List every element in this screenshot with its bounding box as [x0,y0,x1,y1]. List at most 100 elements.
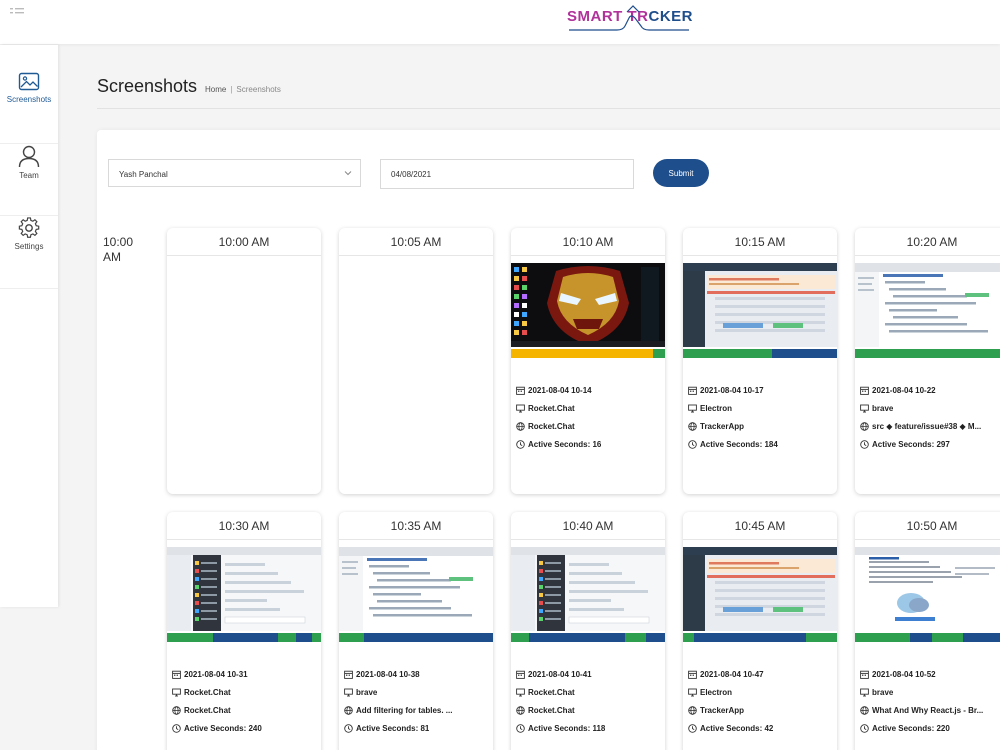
active-seconds: Active Seconds: 16 [528,439,602,449]
window-title-row: TrackerApp [688,701,834,719]
active-seconds-row: Active Seconds: 81 [344,719,490,737]
monitor-icon [860,688,869,696]
globe-icon [688,705,697,715]
screenshot-card[interactable]: 10:20 AM 2021-08-04 10-22 brave src ◆ fe… [855,228,1000,494]
screenshot-thumbnail-image [339,547,493,631]
activity-bar [683,633,837,642]
activity-segment [962,633,1000,642]
user-icon [18,145,40,168]
activity-segment [624,633,647,642]
screenshot-thumbnail[interactable] [683,263,837,347]
activity-segment [529,633,625,642]
window-title-row: Rocket.Chat [516,701,662,719]
active-seconds: Active Seconds: 240 [184,723,262,733]
calendar-icon [860,670,869,679]
user-select[interactable]: Yash Panchal [108,159,361,187]
card-time-label: 10:20 AM [855,228,1000,256]
sidebar-item-settings[interactable]: Settings [0,217,58,289]
screenshot-thumbnail[interactable] [511,263,665,347]
capture-date: 2021-08-04 10-22 [872,385,936,395]
date-input[interactable] [380,159,634,189]
card-time-label: 10:15 AM [683,228,837,256]
submit-button[interactable]: Submit [653,159,709,187]
screenshot-card[interactable]: 10:15 AM 2021-08-04 10-17 Electron Track… [683,228,837,494]
window-title: What And Why React.js - Br... [872,705,984,715]
screenshot-card[interactable]: 10:45 AM 2021-08-04 10-47 Electron Track… [683,512,837,750]
activity-segment [683,633,694,642]
activity-bar [855,633,1000,642]
activity-segment [511,633,530,642]
clock-icon [860,723,869,733]
sidebar-item-team[interactable]: Team [0,144,58,216]
card-meta: 2021-08-04 10-41 Rocket.Chat Rocket.Chat… [516,665,662,737]
app-name: Rocket.Chat [184,687,231,697]
screenshot-card[interactable]: 10:00 AM [167,228,321,494]
capture-date: 2021-08-04 10-31 [184,669,248,679]
app-name: Rocket.Chat [528,403,575,413]
activity-segment [806,633,837,642]
activity-segment [646,633,665,642]
screenshot-card[interactable]: 10:05 AM [339,228,493,494]
capture-date-row: 2021-08-04 10-17 [688,381,834,399]
page-title: Screenshots [97,76,198,96]
screenshot-card[interactable]: 10:30 AM 2021-08-04 10-31 Rocket.Chat Ro… [167,512,321,750]
app-logo[interactable]: SMART TRCKER [567,4,693,34]
screenshot-card[interactable]: 10:10 AM 2021-08-04 10-14 Rocket.Chat Ro… [511,228,665,494]
top-bar: SMART TRCKER [0,0,1000,44]
screenshot-thumbnail-image [855,263,1000,347]
active-seconds: Active Seconds: 42 [700,723,774,733]
window-title: src ◆ feature/issue#38 ◆ M... [872,421,982,431]
app-name-row: Electron [688,399,834,417]
monitor-icon [516,688,525,696]
monitor-icon [516,404,525,412]
active-seconds-row: Active Seconds: 184 [688,435,834,453]
card-meta: 2021-08-04 10-14 Rocket.Chat Rocket.Chat… [516,381,662,453]
globe-icon [344,705,353,715]
window-title: Add filtering for tables. ... [356,705,453,715]
capture-date-row: 2021-08-04 10-41 [516,665,662,683]
menu-icon[interactable] [10,6,26,18]
active-seconds: Active Seconds: 184 [700,439,778,449]
screenshot-thumbnail[interactable] [167,547,321,631]
screenshot-thumbnail[interactable] [855,547,1000,631]
card-time-label: 10:45 AM [683,512,837,540]
card-time-label: 10:50 AM [855,512,1000,540]
sidebar-item-screenshots[interactable]: Screenshots [0,72,58,144]
activity-bar [167,633,321,642]
screenshot-thumbnail[interactable] [683,547,837,631]
active-seconds-row: Active Seconds: 16 [516,435,662,453]
screenshot-thumbnail[interactable] [855,263,1000,347]
activity-segment [910,633,932,642]
screenshot-card[interactable]: 10:40 AM 2021-08-04 10-41 Rocket.Chat Ro… [511,512,665,750]
capture-date-row: 2021-08-04 10-47 [688,665,834,683]
app-name-row: brave [860,683,1000,701]
screenshot-card[interactable]: 10:35 AM 2021-08-04 10-38 brave Add filt… [339,512,493,750]
activity-segment [683,349,773,358]
calendar-icon [688,670,697,679]
screenshot-thumbnail-image [511,547,665,631]
clock-icon [688,439,697,449]
capture-date-row: 2021-08-04 10-31 [172,665,318,683]
globe-icon [172,705,181,715]
user-select-value: Yash Panchal [119,170,168,179]
active-seconds: Active Seconds: 118 [528,723,606,733]
sidebar-item-label: Screenshots [6,95,52,104]
screenshot-thumbnail[interactable] [511,547,665,631]
capture-date: 2021-08-04 10-52 [872,669,936,679]
active-seconds: Active Seconds: 297 [872,439,950,449]
capture-date: 2021-08-04 10-41 [528,669,592,679]
card-time-label: 10:40 AM [511,512,665,540]
activity-segment [277,633,297,642]
monitor-icon [344,688,353,696]
breadcrumb-home-link[interactable]: Home [205,85,226,94]
screenshot-thumbnail[interactable] [339,547,493,631]
screenshot-thumbnail-image [511,263,665,347]
card-meta: 2021-08-04 10-47 Electron TrackerApp Act… [688,665,834,737]
app-name-row: Rocket.Chat [516,399,662,417]
screenshot-card[interactable]: 10:50 AM 2021-08-04 10-52 brave What And… [855,512,1000,750]
active-seconds-row: Active Seconds: 240 [172,719,318,737]
activity-segment [931,633,963,642]
activity-bar [855,349,1000,358]
card-time-label: 10:35 AM [339,512,493,540]
calendar-icon [172,670,181,679]
